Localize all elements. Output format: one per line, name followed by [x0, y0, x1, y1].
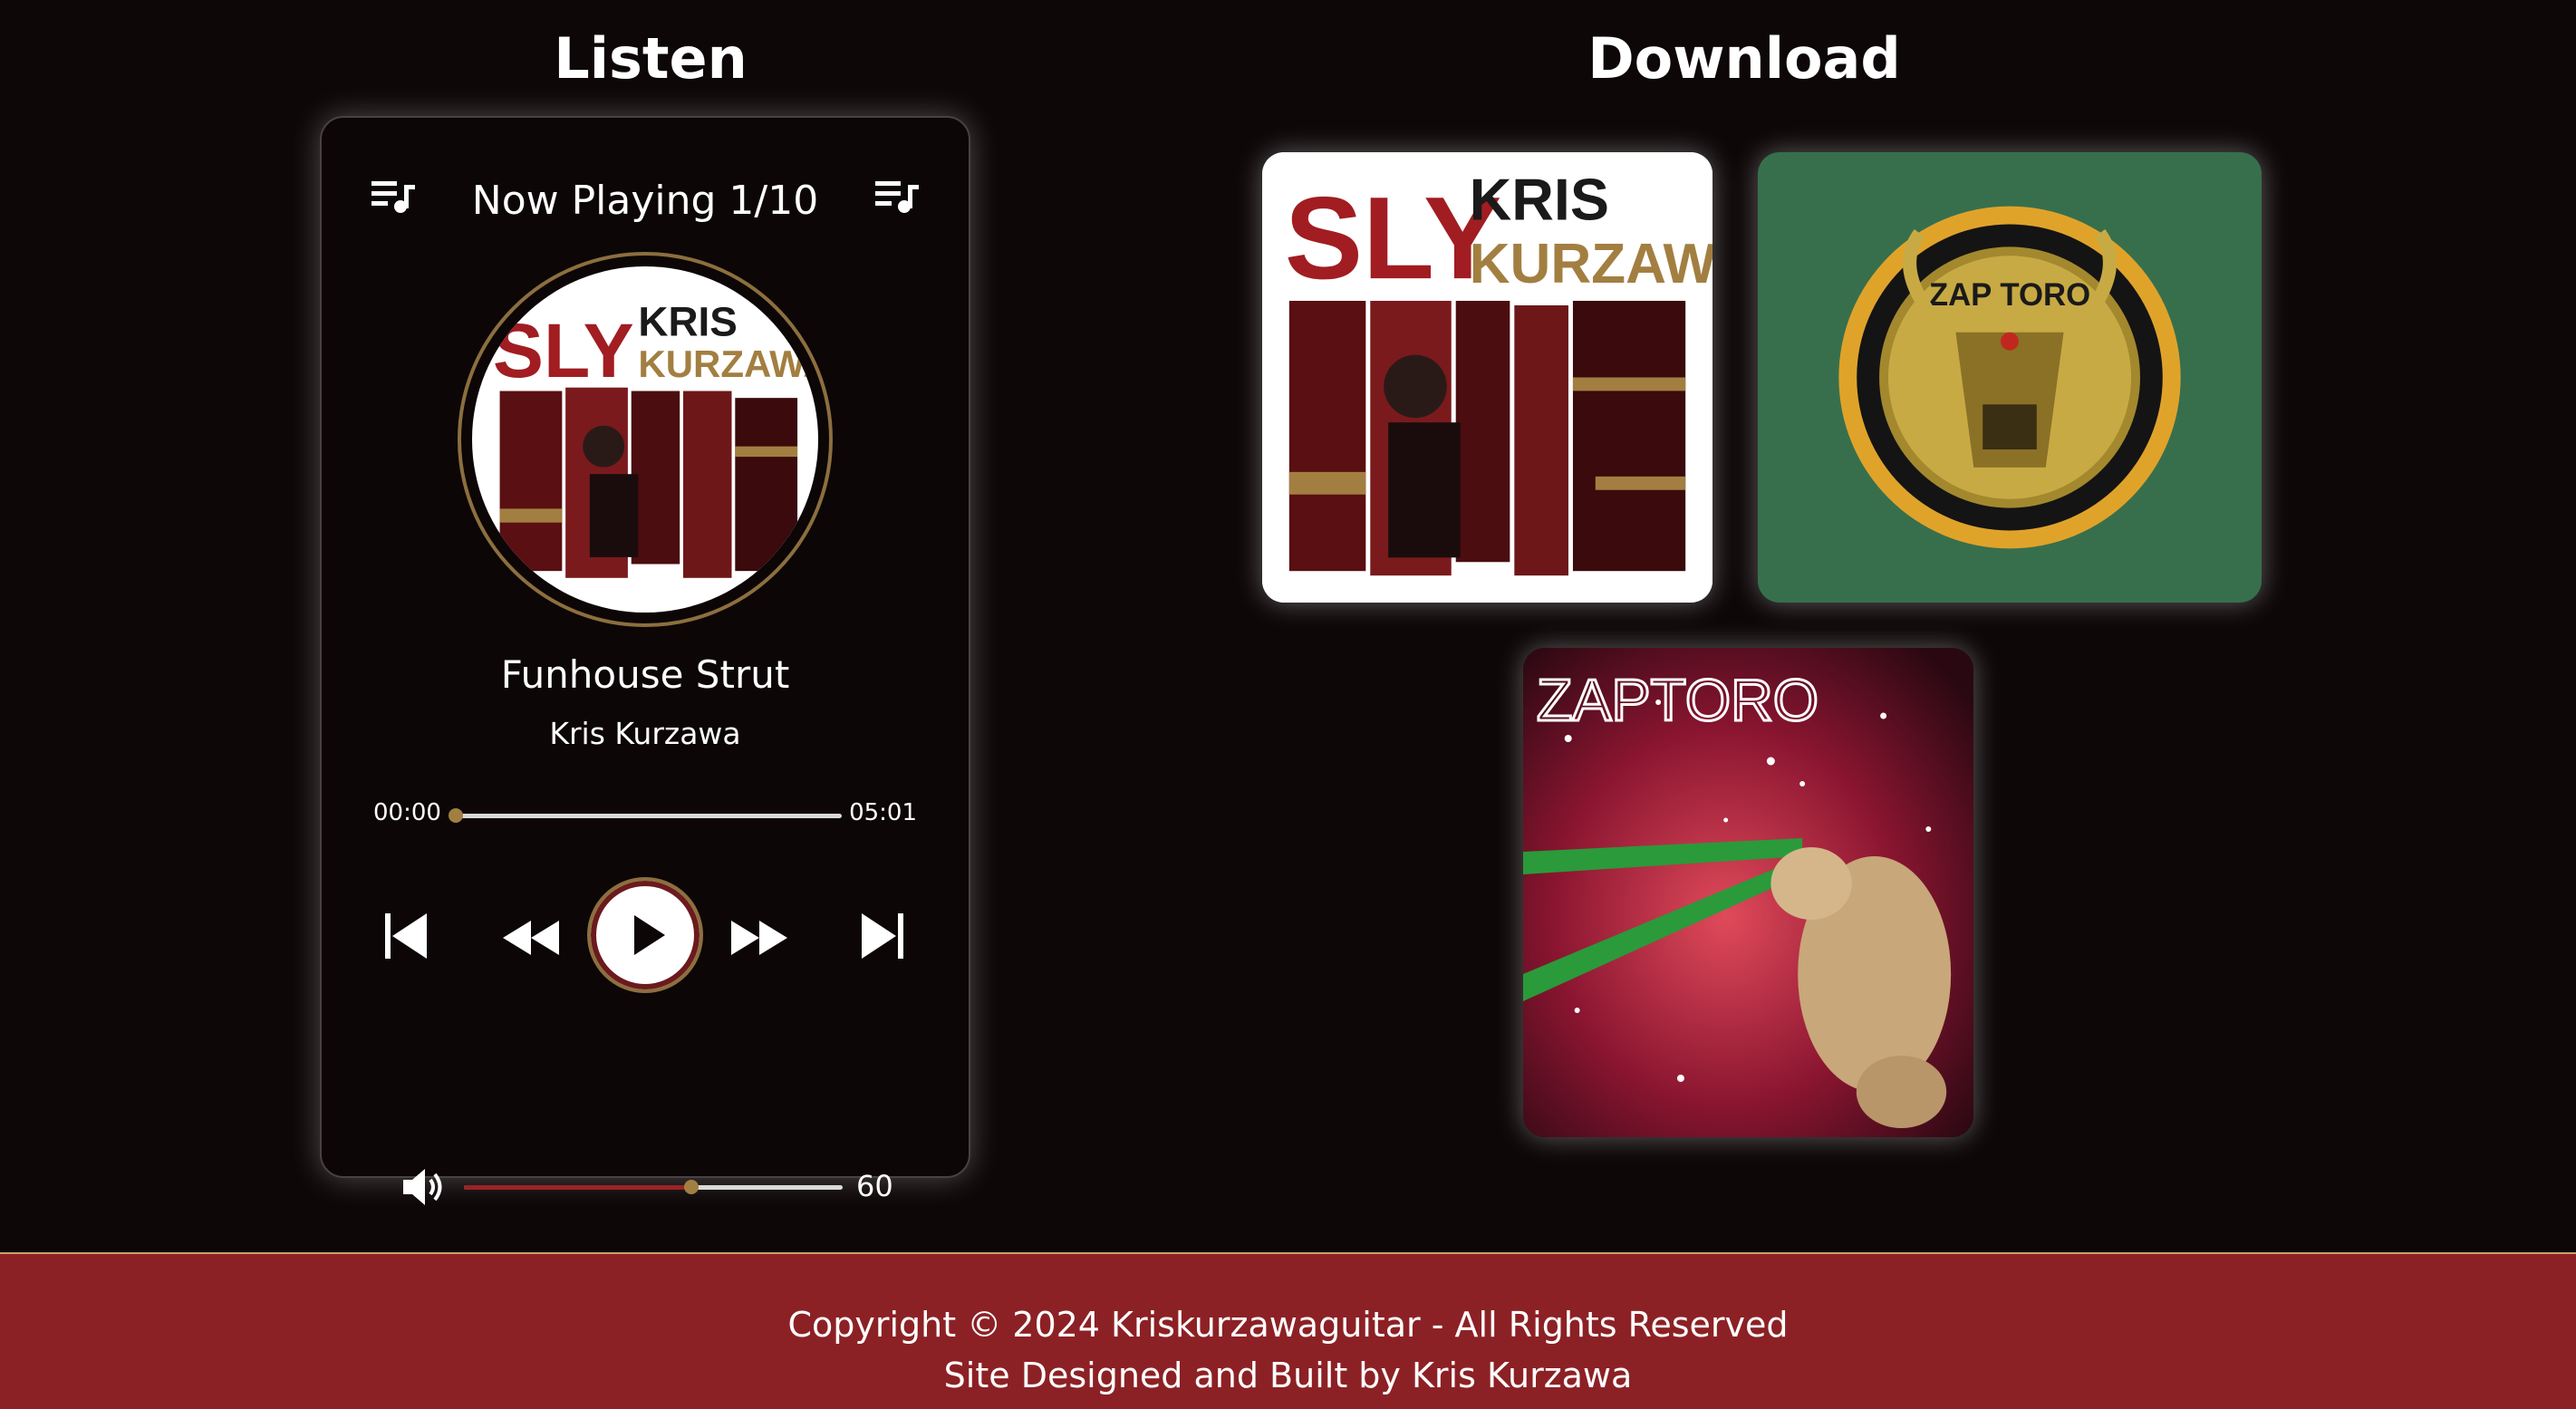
page: Listen Download Now Playing 1/10 SLY KRI… — [0, 0, 2576, 1409]
album-zaptoro-space-title: ZAPTORO — [1537, 667, 1819, 733]
footer: Copyright © 2024 Kriskurzawaguitar - All… — [0, 1252, 2576, 1409]
volume-icon[interactable] — [403, 1167, 447, 1211]
volume-value: 60 — [856, 1169, 893, 1203]
album-sly-download[interactable]: SLY KRIS KURZAWA — [1262, 152, 1713, 603]
volume-knob[interactable] — [683, 1180, 699, 1194]
play-button[interactable] — [587, 877, 703, 993]
play-icon — [634, 915, 665, 955]
album-zaptoro-space-download[interactable]: ZAPTORO — [1523, 648, 1973, 1137]
skip-previous-icon[interactable] — [385, 913, 427, 959]
album-art-disc: SLY KRIS KURZAWA — [458, 252, 833, 627]
progress-knob[interactable] — [449, 808, 463, 823]
queue-music-icon[interactable] — [875, 178, 919, 214]
time-total: 05:01 — [849, 799, 917, 826]
footer-copyright: Copyright © 2024 Kriskurzawaguitar - All… — [787, 1305, 1789, 1345]
cover-kurzawa-text: KURZAWA — [638, 343, 818, 385]
cover-kris-text: KRIS — [638, 298, 738, 344]
track-title: Funhouse Strut — [500, 652, 790, 697]
music-player: Now Playing 1/10 SLY KRIS KURZAWA Funhou… — [320, 116, 970, 1205]
album-zaptoro-green-title: ZAP TORO — [1929, 278, 2090, 313]
fast-forward-icon[interactable] — [731, 921, 787, 955]
download-heading: Download — [1587, 25, 1901, 92]
rewind-icon[interactable] — [503, 921, 559, 955]
playback-controls — [322, 877, 969, 995]
time-current: 00:00 — [373, 799, 441, 826]
footer-credit: Site Designed and Built by Kris Kurzawa — [943, 1356, 1633, 1395]
album-sly-kurzawa: KURZAWA — [1470, 233, 1713, 295]
album-zaptoro-green-download[interactable]: ZAP TORO — [1758, 152, 2262, 603]
player-header: Now Playing 1/10 — [322, 169, 969, 224]
track-artist: Kris Kurzawa — [549, 716, 741, 751]
listen-heading: Listen — [554, 25, 748, 92]
skip-next-icon[interactable] — [862, 913, 903, 959]
cover-sly-text: SLY — [493, 308, 634, 393]
volume-slider-fill — [464, 1185, 691, 1190]
album-sly-kris: KRIS — [1470, 168, 1609, 233]
progress-bar[interactable] — [449, 808, 842, 823]
volume-slider[interactable] — [464, 1180, 843, 1194]
now-playing-label: Now Playing 1/10 — [471, 178, 819, 224]
